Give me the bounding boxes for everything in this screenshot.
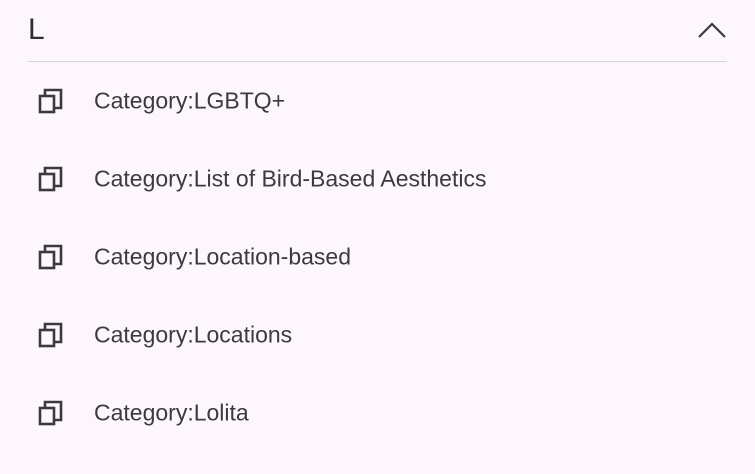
list-item[interactable]: Category:List of Bird-Based Aesthetics xyxy=(0,140,755,218)
section-letter: L xyxy=(28,13,45,46)
list-item-label: Category:List of Bird-Based Aesthetics xyxy=(94,165,487,192)
list-item[interactable]: Category:Location-based xyxy=(0,218,755,296)
category-list: Category:LGBTQ+ Category:List of Bird-Ba… xyxy=(0,62,755,452)
category-section-l: L Category:LGBTQ+ Category:List of Bird-… xyxy=(0,0,755,474)
list-item[interactable]: Category:LGBTQ+ xyxy=(0,62,755,140)
list-item-label: Category:Locations xyxy=(94,321,293,348)
copy-icon xyxy=(38,166,63,192)
list-item-label: Category:Location-based xyxy=(94,243,351,270)
copy-icon xyxy=(38,400,63,426)
copy-icon xyxy=(38,88,63,114)
list-item[interactable]: Category:Locations xyxy=(0,296,755,374)
section-header-toggle[interactable]: L xyxy=(28,0,727,62)
copy-icon xyxy=(38,244,63,270)
copy-icon xyxy=(38,322,63,348)
list-item[interactable]: Category:Lolita xyxy=(0,374,755,452)
chevron-up-icon[interactable] xyxy=(697,18,727,42)
list-item-label: Category:Lolita xyxy=(94,399,249,426)
list-item-label: Category:LGBTQ+ xyxy=(94,87,286,114)
